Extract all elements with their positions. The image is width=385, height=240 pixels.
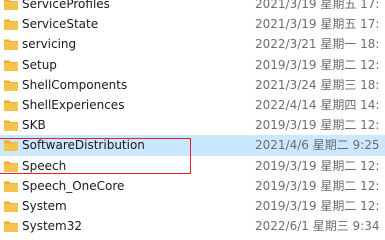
file-name: ShellExperiences [22,97,125,112]
file-name: Speech [22,158,67,173]
file-row[interactable]: servicing 2022/3/21 星期一 18: [0,34,385,54]
file-row[interactable]: ShellExperiences 2022/4/14 星期四 14: [0,95,385,115]
file-date: 2022/3/21 星期一 18: [255,37,380,52]
file-row[interactable]: ShellComponents 2021/3/24 星期三 18: [0,75,385,95]
file-date: 2019/3/19 星期二 12: [255,198,380,213]
file-name: ShellComponents [22,77,128,92]
folder-icon [4,181,18,192]
folder-icon [4,161,18,172]
file-row[interactable]: SKB 2019/3/19 星期二 12: [0,115,385,135]
file-date: 2022/4/14 星期四 14: [255,97,380,112]
file-date: 2019/3/19 星期二 12: [255,158,380,173]
file-name: System32 [22,219,83,234]
folder-icon [4,100,18,111]
folder-icon [4,120,18,132]
file-row[interactable]: Speech_OneCore 2019/3/19 星期二 12: [0,176,385,196]
file-name: servicing [22,37,77,52]
file-name: Speech_OneCore [22,178,125,193]
file-name: SKB [22,118,46,133]
file-row[interactable]: System 2019/3/19 星期二 12: [0,196,385,216]
folder-icon [4,140,18,152]
folder-icon [4,39,18,51]
folder-icon [4,201,18,212]
folder-icon [4,19,18,31]
file-name: ServiceState [22,17,99,32]
file-date: 2021/3/19 星期五 17: [255,0,380,11]
file-name: ServiceProfiles [22,0,110,11]
folder-icon [4,0,18,10]
file-date: 2022/6/1 星期三 9:34 [255,219,380,234]
folder-icon [4,60,18,71]
file-date: 2019/3/19 星期二 12: [255,178,380,193]
file-date: 2019/3/19 星期二 12: [255,118,380,133]
file-date: 2021/3/19 星期五 17: [255,17,380,32]
file-name: Setup [22,57,57,72]
folder-icon [4,221,18,233]
file-date: 2021/3/24 星期三 18: [255,77,380,92]
file-date: 2019/3/19 星期二 12: [255,57,380,72]
file-row-selected[interactable]: SoftwareDistribution 2021/4/6 星期二 9:25 [0,135,385,156]
file-name: SoftwareDistribution [22,138,145,153]
file-date: 2021/4/6 星期二 9:25 [255,138,380,153]
file-row[interactable]: System32 2022/6/1 星期三 9:34 [0,216,385,236]
file-name: System [22,198,67,213]
file-row[interactable]: Setup 2019/3/19 星期二 12: [0,55,385,75]
folder-icon [4,80,18,91]
file-list: ServiceProfiles 2021/3/19 星期五 17: Servic… [0,0,385,236]
file-row[interactable]: ServiceProfiles 2021/3/19 星期五 17: [0,0,385,14]
file-row[interactable]: ServiceState 2021/3/19 星期五 17: [0,14,385,34]
file-row[interactable]: Speech 2019/3/19 星期二 12: [0,156,385,176]
